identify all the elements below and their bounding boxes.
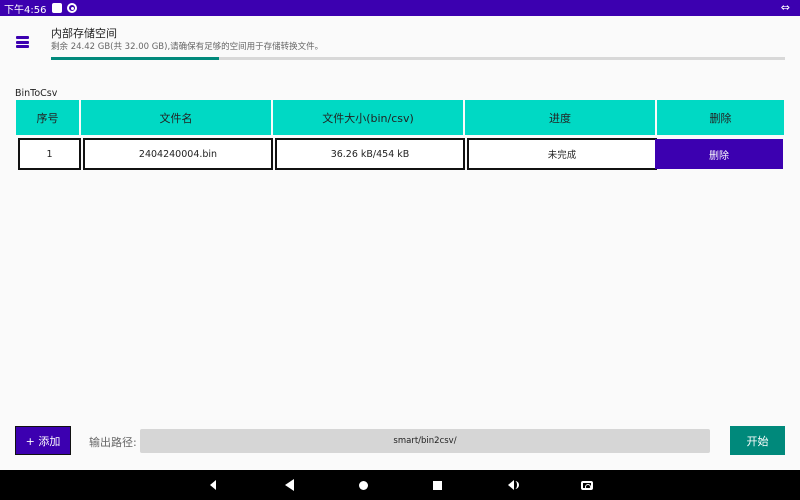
file-table: 序号 文件名 文件大小(bin/csv) 进度 删除 1 2404240004.… (16, 100, 786, 170)
notification-square-icon (52, 3, 63, 13)
storage-progress-fill (51, 57, 220, 60)
volume-up-icon[interactable] (506, 478, 520, 492)
back-icon[interactable] (282, 478, 296, 492)
cell-size: 36.26 kB/454 kB (275, 138, 465, 170)
cell-index: 1 (18, 138, 81, 170)
notification-circle-icon (67, 3, 78, 13)
table-header-row: 序号 文件名 文件大小(bin/csv) 进度 删除 (16, 100, 786, 135)
recents-icon[interactable] (430, 478, 444, 492)
storage-progress-bar (51, 57, 785, 60)
output-path-label: 输出路径: (89, 436, 137, 449)
add-button[interactable]: + 添加 (15, 426, 71, 455)
navigation-bar (0, 470, 800, 500)
status-time: 下午4:56 (4, 4, 47, 16)
start-button[interactable]: 开始 (730, 426, 785, 455)
cell-progress: 未完成 (467, 138, 657, 170)
storage-panel: 内部存储空间 剩余 24.42 GB(共 32.00 GB),请确保有足够的空间… (0, 16, 800, 66)
header-filename: 文件名 (81, 100, 271, 135)
storage-description: 剩余 24.42 GB(共 32.00 GB),请确保有足够的空间用于存储转换文… (51, 42, 324, 52)
header-delete: 删除 (657, 100, 784, 135)
header-size: 文件大小(bin/csv) (273, 100, 463, 135)
status-right-icon: ⇔ (780, 1, 790, 14)
home-icon[interactable] (356, 478, 370, 492)
storage-list-icon (16, 36, 29, 48)
status-bar: 下午4:56 ⇔ (0, 0, 800, 16)
table-row: 1 2404240004.bin 36.26 kB/454 kB 未完成 删除 (16, 138, 786, 170)
cell-filename: 2404240004.bin (83, 138, 273, 170)
output-path-field[interactable]: smart/bin2csv/ (140, 429, 710, 453)
header-index: 序号 (16, 100, 79, 135)
delete-button[interactable]: 删除 (655, 139, 783, 169)
section-label: BinToCsv (15, 88, 58, 99)
volume-down-icon[interactable] (206, 478, 220, 492)
camera-icon[interactable] (580, 478, 594, 492)
storage-title: 内部存储空间 (51, 27, 117, 40)
header-progress: 进度 (465, 100, 655, 135)
